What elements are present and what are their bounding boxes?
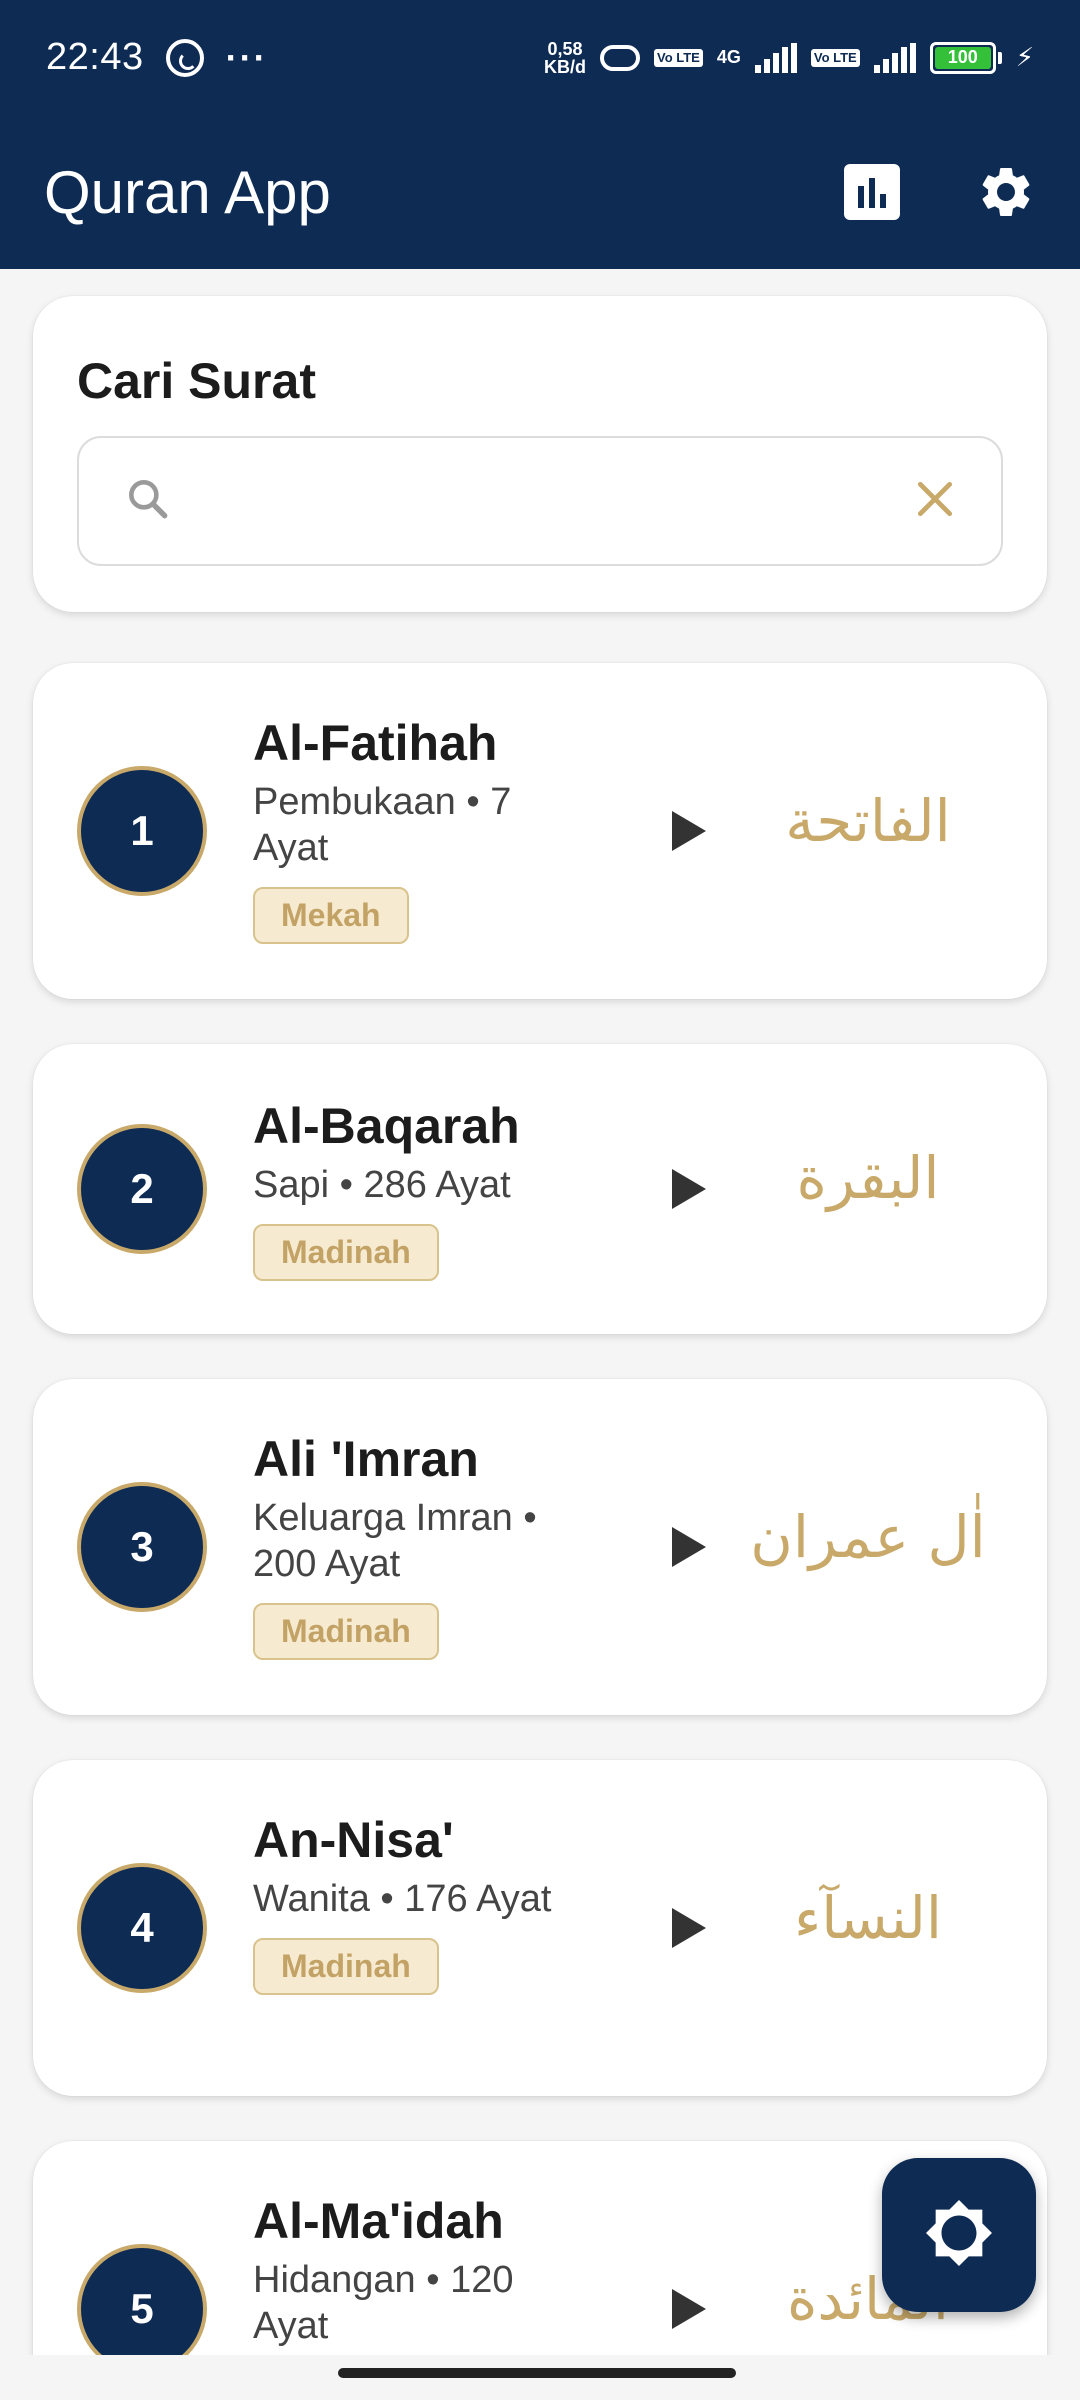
list-item[interactable]: 1 Al-Fatihah Pembukaan • 7 Ayat Mekah ال… [33, 663, 1047, 999]
place-badge: Madinah [253, 1938, 439, 1995]
surah-number: 3 [77, 1482, 207, 1612]
status-bar: 22:43 ··· 0,58 KB/d Vo LTE 4G Vo LTE 100… [0, 0, 1080, 115]
signal-icon-2 [873, 42, 916, 73]
signal-icon [754, 42, 797, 73]
clear-icon[interactable] [913, 477, 957, 526]
search-input[interactable] [173, 438, 913, 564]
app-bar: Quran App [0, 115, 1080, 269]
surah-meta: Keluarga Imran • 200 Ayat [253, 1497, 537, 1585]
bar-chart-icon[interactable] [842, 162, 902, 222]
play-icon[interactable] [653, 796, 723, 866]
play-icon[interactable] [653, 1893, 723, 1963]
volte-badge-2: Vo LTE [810, 48, 860, 67]
surah-number: 2 [77, 1124, 207, 1254]
surah-name: Al-Baqarah [253, 1098, 520, 1154]
battery-icon: 100 [929, 41, 1002, 74]
whatsapp-icon [165, 38, 204, 77]
surah-arabic-name: الفاتحة [785, 787, 951, 855]
home-indicator[interactable] [338, 2368, 736, 2378]
surah-number: 4 [77, 1863, 207, 1993]
search-label: Cari Surat [77, 353, 316, 409]
play-icon[interactable] [653, 1512, 723, 1582]
list-item[interactable]: 4 An-Nisa' Wanita • 176 Ayat Madinah الن… [33, 1760, 1047, 2096]
surah-name: An-Nisa' [253, 1812, 454, 1868]
search-card: Cari Surat [33, 296, 1047, 612]
place-badge: Madinah [253, 1224, 439, 1281]
network-type: 4G [716, 47, 741, 67]
surah-arabic-name: النسآء [794, 1884, 942, 1952]
search-icon [123, 474, 173, 529]
search-field[interactable] [77, 436, 1003, 566]
status-time: 22:43 [46, 36, 144, 78]
place-badge: Mekah [253, 887, 409, 944]
surah-name: Al-Fatihah [253, 715, 498, 771]
surah-meta: Hidangan • 120 Ayat [253, 2259, 514, 2347]
app-title: Quran App [44, 158, 331, 226]
surah-number: 1 [77, 766, 207, 896]
brightness-button[interactable] [882, 2158, 1036, 2312]
surah-name: Ali 'Imran [253, 1431, 479, 1487]
play-icon[interactable] [653, 1154, 723, 1224]
network-speed: 0,58 KB/d [544, 38, 586, 77]
surah-meta: Wanita • 176 Ayat [253, 1878, 552, 1920]
more-notifications-icon: ··· [225, 36, 268, 78]
list-item[interactable]: 2 Al-Baqarah Sapi • 286 Ayat Madinah الب… [33, 1044, 1047, 1334]
charging-icon: ⚡ [1015, 42, 1034, 72]
brightness-icon [924, 2198, 994, 2273]
list-item[interactable]: 3 Ali 'Imran Keluarga Imran • 200 Ayat M… [33, 1379, 1047, 1715]
surah-meta: Pembukaan • 7 Ayat [253, 781, 512, 869]
hotspot-icon [600, 44, 640, 71]
gear-icon[interactable] [976, 162, 1036, 222]
surah-arabic-name: اٰل عمران [750, 1503, 986, 1571]
surah-arabic-name: البقرة [796, 1144, 940, 1212]
play-icon[interactable] [653, 2274, 723, 2344]
surah-name: Al-Ma'idah [253, 2193, 504, 2249]
surah-meta: Sapi • 286 Ayat [253, 1164, 511, 1206]
volte-badge-1: Vo LTE [654, 48, 703, 67]
place-badge: Madinah [253, 1603, 439, 1660]
